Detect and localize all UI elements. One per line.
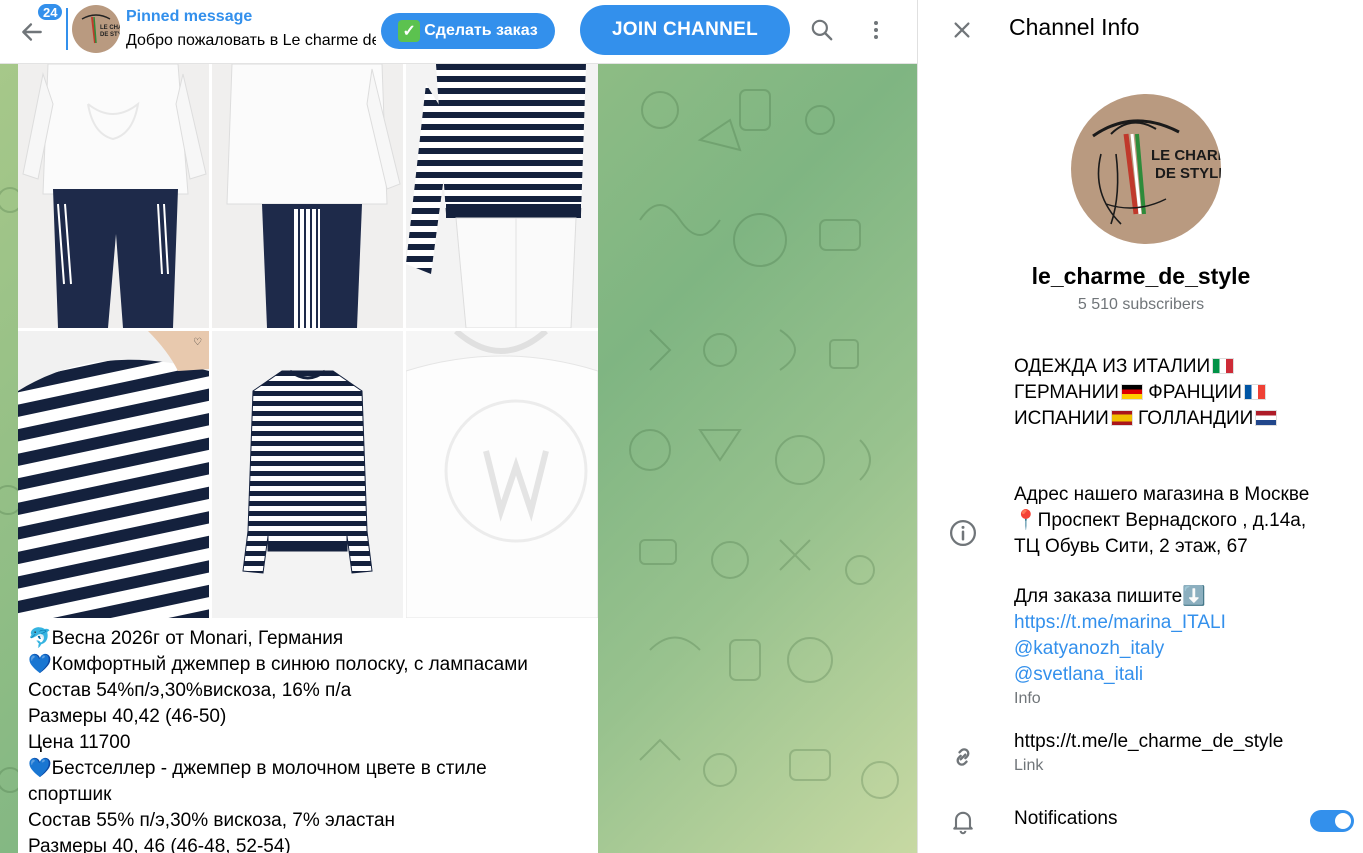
contact-link-katyanozh[interactable]: @katyanozh_italy — [1014, 636, 1309, 662]
channel-post: ♡ 🐬Весна 2026г от Monari, Германия 💙Комф… — [18, 64, 598, 853]
germany-flag-icon — [1120, 384, 1143, 400]
svg-text:DE STYLE: DE STYLE — [1155, 165, 1221, 182]
link-row-icon — [946, 740, 980, 774]
link-icon — [956, 748, 970, 766]
order-button-label: Сделать заказ — [424, 22, 538, 39]
photo-white-sweatshirt-closeup[interactable] — [406, 331, 598, 618]
caption-line: Состав 55% п/э,30% вискоза, 7% эластан — [28, 810, 396, 831]
channel-description: ОДЕЖДА ИЗ ИТАЛИИ ГЕРМАНИИ ФРАНЦИИ ИСПАНИ… — [1014, 354, 1278, 432]
address-line: Адрес нашего магазина в Москве — [1014, 484, 1310, 505]
join-channel-button[interactable]: JOIN CHANNEL — [580, 5, 790, 55]
link-label: Link — [1014, 757, 1044, 774]
contact-link-marina[interactable]: https://t.me/marina_ITALI — [1014, 610, 1309, 636]
caption-line: Размеры 40,42 (46-50) — [28, 706, 227, 727]
photo-striped-sweater-closeup[interactable]: ♡ — [18, 331, 209, 618]
caption-line: 💙Бестселлер - джемпер в молочном цвете в… — [28, 758, 487, 779]
pinned-indicator — [66, 8, 68, 50]
back-arrow-icon — [22, 23, 42, 41]
svg-text:LE CHARME: LE CHARME — [100, 25, 120, 31]
svg-text:DE STYLE: DE STYLE — [100, 32, 120, 38]
info-label: Info — [1014, 690, 1041, 707]
about-section: Адрес нашего магазина в Москве 📍Проспект… — [1014, 482, 1309, 710]
channel-avatar[interactable]: LE CHARME DE STYLE — [1071, 94, 1221, 244]
photo-album: ♡ — [18, 64, 598, 618]
description-line: ОДЕЖДА ИЗ ИТАЛИИ — [1014, 354, 1277, 380]
channel-info-panel: Channel Info LE CHARME DE STYLE le_charm… — [917, 0, 1363, 853]
caption-line: Размеры 40, 46 (46-48, 52-54) — [28, 836, 291, 853]
info-icon — [950, 520, 976, 546]
caption-line: Цена 11700 — [28, 732, 131, 753]
info-row-icon — [946, 516, 980, 550]
channel-logo-icon: LE CHARME DE STYLE — [1092, 119, 1221, 225]
netherlands-flag-icon — [1255, 410, 1278, 426]
svg-text:♡: ♡ — [193, 337, 202, 348]
italy-flag-icon — [1212, 358, 1235, 374]
caption-line: Состав 54%п/э,30%вискоза, 16% п/а — [28, 680, 352, 701]
france-flag-icon — [1243, 384, 1266, 400]
photo-white-top-side-stripe[interactable] — [212, 64, 403, 328]
notifications-label: Notifications — [1014, 808, 1118, 829]
address-line: ТЦ Обувь Сити, 2 этаж, 67 — [1014, 536, 1248, 557]
close-icon — [954, 22, 970, 38]
post-caption: 🐬Весна 2026г от Monari, Германия 💙Комфор… — [28, 626, 593, 853]
check-mark-icon: ✓ — [398, 20, 421, 42]
pinned-message-title[interactable]: Pinned message — [126, 8, 252, 26]
channel-link-row[interactable]: https://t.me/le_charme_de_style Link — [1014, 729, 1283, 777]
panel-title: Channel Info — [1009, 14, 1140, 40]
photo-white-top-navy-pants[interactable] — [18, 64, 209, 328]
caption-line: 💙Комфортный джемпер в синюю полоску, с л… — [28, 654, 528, 675]
description-line: ГЕРМАНИИ ФРАНЦИИ — [1014, 380, 1277, 406]
order-button[interactable]: ✓ Сделать заказ — [381, 13, 555, 49]
bell-icon — [953, 811, 973, 835]
spain-flag-icon — [1110, 410, 1133, 426]
description-line: ИСПАНИИ ГОЛЛАНДИИ — [1014, 406, 1278, 432]
pinned-message-text[interactable]: Добро пожаловать в Le charme de ... — [126, 32, 376, 50]
channel-logo-icon: LE CHARME DE STYLE — [81, 14, 120, 44]
address-line: 📍Проспект Вернадского , д.14а, — [1014, 510, 1307, 531]
pinned-avatar[interactable]: LE CHARME DE STYLE — [72, 5, 120, 53]
more-vertical-icon — [874, 21, 878, 39]
notifications-row-icon — [946, 804, 980, 838]
close-button[interactable] — [944, 12, 980, 48]
order-instructions: Для заказа пишите⬇️ — [1014, 586, 1206, 607]
caption-line: 🐬Весна 2026г от Monari, Германия — [28, 628, 344, 649]
channel-link[interactable]: https://t.me/le_charme_de_style — [1014, 729, 1283, 755]
toggle-knob — [1333, 811, 1353, 831]
channel-name: le_charme_de_style — [1031, 263, 1251, 289]
search-button[interactable] — [802, 10, 842, 50]
chat-area: 24 LE CHARME DE STYLE Pinned message Доб… — [0, 0, 917, 853]
svg-text:LE CHARME: LE CHARME — [1151, 147, 1221, 164]
contact-link-svetlana[interactable]: @svetlana_itali — [1014, 662, 1309, 688]
photo-striped-sweater-back[interactable] — [406, 64, 598, 328]
search-icon — [811, 19, 833, 41]
subscriber-count: 5 510 subscribers — [1077, 296, 1205, 313]
caption-line: спортшик — [28, 784, 112, 805]
more-options-button[interactable] — [856, 10, 896, 50]
unread-count-badge: 24 — [36, 2, 65, 22]
notifications-toggle[interactable] — [1310, 810, 1354, 832]
chat-header: 24 LE CHARME DE STYLE Pinned message Доб… — [0, 0, 917, 64]
photo-striped-sweater-flat[interactable] — [212, 331, 403, 618]
